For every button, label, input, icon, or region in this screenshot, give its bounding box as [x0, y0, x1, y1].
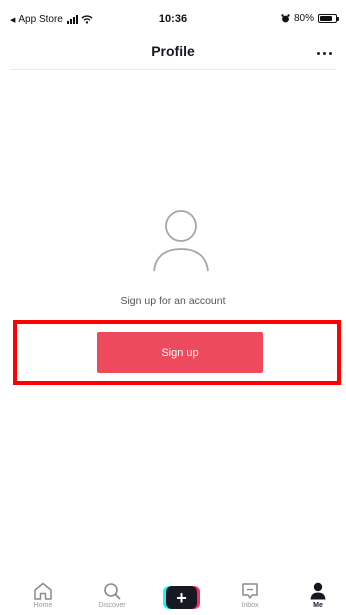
page-title: Profile — [151, 43, 195, 59]
person-outline-icon — [153, 210, 209, 272]
status-right: 80% — [281, 13, 339, 24]
signup-prompt: Sign up for an account — [120, 295, 226, 307]
alarm-icon — [281, 14, 290, 23]
search-icon — [104, 583, 121, 600]
tab-inbox-label: Inbox — [241, 602, 259, 609]
tab-discover-label: Discover — [98, 602, 126, 609]
plus-icon: + — [166, 586, 197, 609]
header-divider — [10, 69, 336, 70]
bottom-tab-bar: Home Discover + Inbox Me — [0, 578, 346, 615]
create-post-button[interactable]: + — [163, 586, 200, 609]
sign-up-button[interactable]: Sign up — [97, 332, 263, 373]
battery-icon — [318, 14, 339, 23]
home-icon — [34, 582, 52, 600]
status-bar: ◀ App Store 10:36 80% — [0, 0, 346, 40]
person-filled-icon — [310, 582, 326, 600]
battery-fill — [320, 16, 332, 21]
more-options-button[interactable] — [310, 40, 338, 66]
tab-me-label: Me — [313, 602, 323, 609]
tab-home[interactable]: Home — [15, 578, 71, 615]
battery-percent: 80% — [293, 13, 314, 24]
message-icon — [242, 583, 258, 599]
tab-me[interactable]: Me — [290, 578, 346, 615]
more-horizontal-icon — [316, 51, 320, 55]
tab-home-label: Home — [33, 602, 53, 609]
tab-inbox[interactable]: Inbox — [222, 578, 278, 615]
navigation-bar: Profile — [0, 36, 346, 70]
tab-discover[interactable]: Discover — [84, 578, 140, 615]
